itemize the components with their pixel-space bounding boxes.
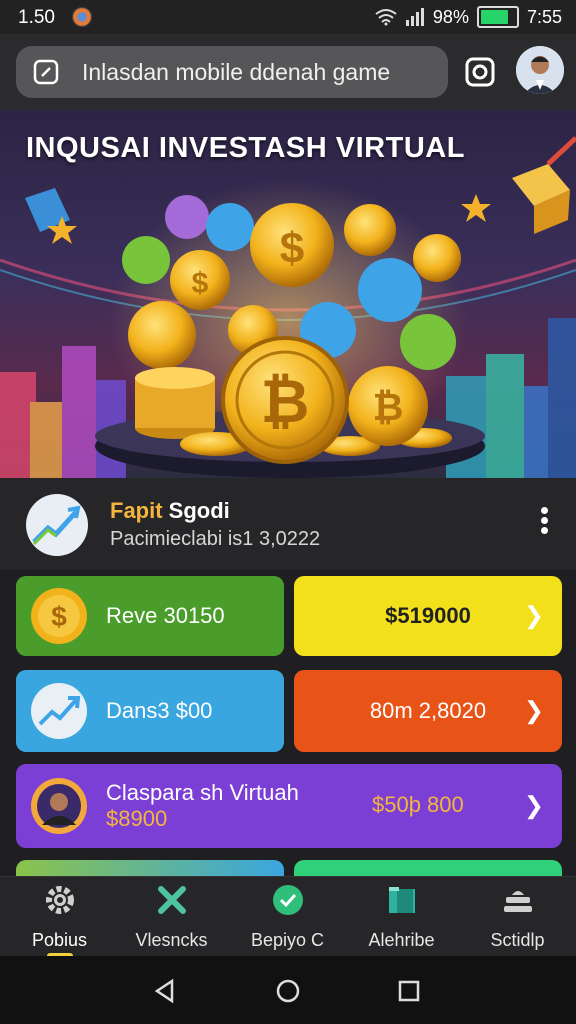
nav-label: Sctidlp [490, 930, 545, 950]
nav-item-4[interactable]: Alehribe [344, 883, 459, 951]
nav-item-2[interactable]: Vlesncks [114, 883, 229, 951]
home-icon[interactable] [275, 978, 301, 1004]
status-time: 1.50 [18, 7, 55, 28]
chevron-right-icon: ❯ [523, 602, 544, 630]
nav-item-1[interactable]: Pobius [2, 883, 117, 959]
svg-text:$: $ [280, 224, 304, 273]
profit-subtitle: Pacimieclabi is1 3,0222 [110, 528, 321, 550]
check-icon [272, 885, 303, 915]
recents-icon[interactable] [396, 978, 422, 1004]
svg-text:₿: ₿ [373, 387, 404, 429]
card-amount-yellow[interactable]: $519000 ❯ [294, 576, 562, 656]
card-text-group: Claspara sh Virtuah $8900 [106, 780, 299, 832]
camera-icon[interactable] [462, 54, 498, 90]
card-value: $50þ 800 [372, 792, 464, 817]
growth-chart-icon [31, 683, 87, 739]
briefcase-icon [388, 887, 415, 913]
nav-label: Bepiyo C [250, 930, 325, 950]
status-right: 98% 7:55 [375, 6, 562, 28]
stack-icon [503, 891, 532, 912]
bottom-navigation: Pobius Vlesncks Bepiyo C Alehribe Sctidl… [0, 876, 576, 959]
nav-label: Alehribe [368, 930, 435, 950]
signal-icon [405, 8, 424, 26]
dollar-coin-icon: $ [31, 588, 87, 644]
profit-title: Fapit Sgodi [110, 498, 230, 524]
card-label: Dans3 $00 [106, 698, 213, 723]
edit-icon[interactable] [32, 58, 60, 86]
banner-illustration: ₿ $ $ ₿ [0, 136, 576, 478]
card-revenue[interactable]: $ Reve 30150 [16, 576, 284, 656]
avatar-image [516, 46, 564, 94]
clock: 7:55 [526, 6, 562, 27]
avatar[interactable] [516, 46, 564, 94]
card-value: 80m 2,8020 [369, 698, 487, 723]
system-navigation [0, 956, 576, 1024]
app-header: Inlasdan mobile ddenah game [0, 34, 576, 110]
gear-icon [45, 886, 74, 914]
svg-text:$: $ [51, 601, 67, 632]
profit-title-highlight: Fapit [110, 498, 163, 523]
person-icon [31, 778, 87, 834]
hero-banner: ₿ $ $ ₿ INQUSAI INVESTASH VIRTUAL [0, 110, 576, 478]
nav-label: Vlesncks [135, 930, 208, 950]
status-bar: 1.50 98% 7:55 [0, 0, 576, 34]
chevron-right-icon: ❯ [523, 792, 544, 820]
card-label: Claspara sh Virtuah [106, 780, 299, 805]
card-label: Reve 30150 [106, 603, 225, 628]
nav-item-3[interactable]: Bepiyo C [230, 883, 345, 951]
card-amount-orange[interactable]: 80m 2,8020 ❯ [294, 670, 562, 752]
svg-text:₿: ₿ [261, 368, 310, 435]
card-value: $519000 [385, 603, 471, 628]
search-input[interactable]: Inlasdan mobile ddenah game [82, 59, 390, 86]
battery-icon [476, 6, 519, 28]
battery-percent: 98% [432, 6, 469, 27]
card-virtual[interactable]: Claspara sh Virtuah $8900 $50þ 800 ❯ [16, 764, 562, 848]
wifi-icon [375, 9, 397, 26]
card-sub-value: $8900 [106, 806, 168, 831]
chevron-right-icon: ❯ [523, 697, 544, 725]
card-growth[interactable]: Dans3 $00 [16, 670, 284, 752]
nav-item-5[interactable]: Sctidlp [460, 883, 575, 951]
trend-chart-icon [26, 494, 88, 556]
search-bar[interactable]: Inlasdan mobile ddenah game [16, 46, 448, 98]
profit-title-rest: Sgodi [162, 498, 230, 523]
tools-icon [157, 886, 186, 914]
back-icon[interactable] [152, 978, 178, 1004]
more-options-icon[interactable] [534, 504, 554, 544]
svg-text:$: $ [192, 267, 209, 300]
app-notification-icon [72, 7, 92, 27]
banner-title: INQUSAI INVESTASH VIRTUAL [26, 132, 465, 164]
profit-summary[interactable]: Fapit Sgodi Pacimieclabi is1 3,0222 [0, 478, 576, 570]
nav-label: Pobius [31, 930, 88, 950]
